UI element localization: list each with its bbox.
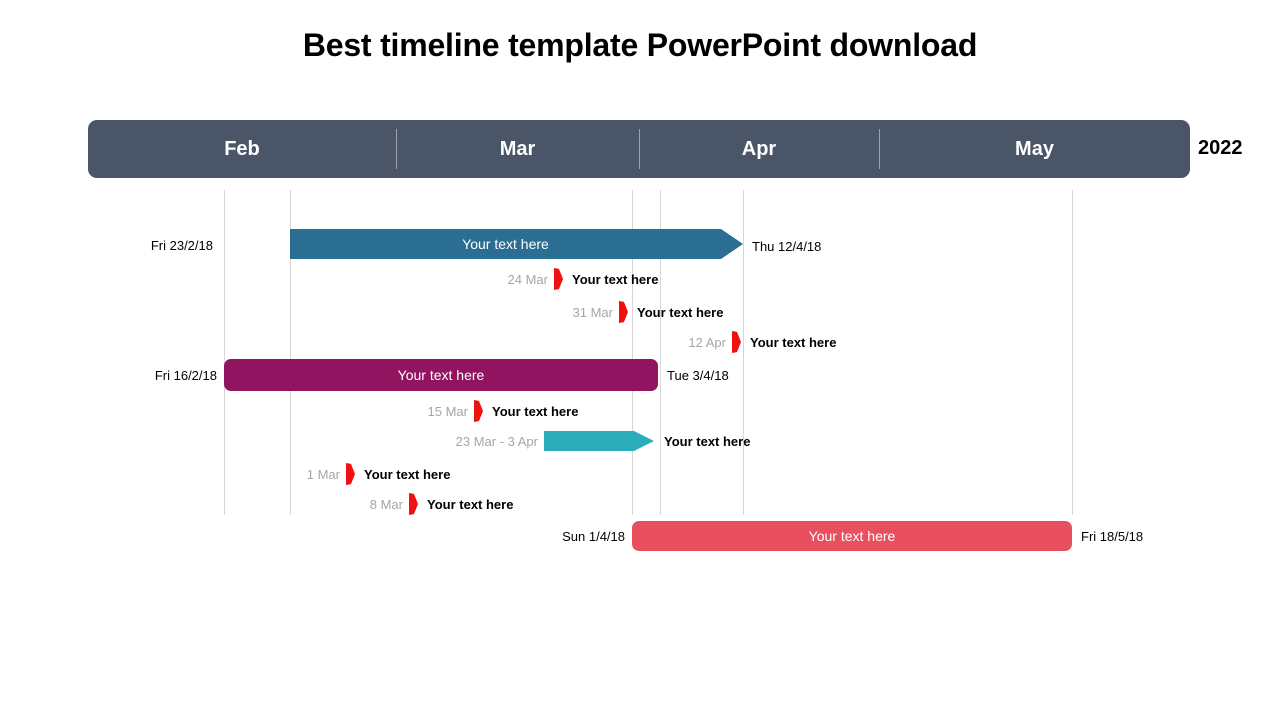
task-end-date: Thu 12/4/18 [752,239,822,254]
task-bar-purple[interactable]: Your text here [224,359,658,391]
slide-canvas: Best timeline template PowerPoint downlo… [0,0,1280,720]
milestone-date: 8 Mar [369,497,403,512]
task-date-range: 23 Mar - 3 Apr [455,434,538,449]
milestone-label: Your text here [492,404,579,419]
month-axis-header: Feb Mar Apr May [88,120,1190,178]
task-bar-label: Your text here [462,236,549,252]
milestone-15-mar[interactable]: 15 Mar Your text here [0,400,1280,422]
milestone-flag-icon [474,400,483,422]
month-cell-feb[interactable]: Feb [88,120,396,178]
gantt-timeline-chart: Feb Mar Apr May 2022 Fri 23/2/18 Your te… [0,0,1280,720]
milestone-label: Your text here [750,335,837,350]
milestone-label: Your text here [572,272,659,287]
milestone-12-apr[interactable]: 12 Apr Your text here [0,331,1280,353]
task-start-date: Fri 16/2/18 [154,368,217,383]
milestone-date: 24 Mar [507,272,548,287]
task-bar-red[interactable]: Your text here [632,521,1072,551]
task-end-date: Tue 3/4/18 [667,368,729,383]
task-end-date: Fri 18/5/18 [1081,529,1144,544]
month-label: Mar [499,138,536,160]
month-label: Feb [224,138,260,160]
milestone-date: 1 Mar [306,467,340,482]
task-bar-label: Your text here [808,528,896,544]
milestone-8-mar[interactable]: 8 Mar Your text here [0,493,1280,515]
milestone-flag-icon [409,493,418,515]
task-start-date: Sun 1/4/18 [562,529,625,544]
milestone-label: Your text here [427,497,514,512]
milestone-flag-icon [554,268,563,290]
task-bar-label: Your text here [664,434,751,449]
month-cell-apr[interactable]: Apr [639,120,879,178]
year-label: 2022 [1198,137,1243,159]
milestone-31-mar[interactable]: 31 Mar Your text here [0,301,1280,323]
milestone-date: 12 Apr [688,335,726,350]
month-cell-mar[interactable]: Mar [396,120,639,178]
milestone-flag-icon [346,463,355,485]
task-bar-arrowhead [634,431,654,451]
task-bar-arrowhead [721,229,743,259]
milestone-date: 31 Mar [572,305,613,320]
milestone-24-mar[interactable]: 24 Mar Your text here [0,268,1280,290]
task-bar-teal[interactable] [544,431,654,451]
milestone-flag-icon [732,331,741,353]
milestone-date: 15 Mar [427,404,468,419]
milestone-flag-icon [619,301,628,323]
month-cell-may[interactable]: May [879,120,1190,178]
milestone-label: Your text here [364,467,451,482]
milestone-1-mar[interactable]: 1 Mar Your text here [0,463,1280,485]
month-label: May [1015,138,1054,160]
task-bar-shaft: Your text here [290,229,721,259]
task-start-date: Fri 23/2/18 [150,238,213,253]
month-label: Apr [741,138,777,160]
task-bar-label: Your text here [397,367,485,383]
task-bar-blue[interactable]: Your text here [290,229,743,259]
milestone-label: Your text here [637,305,724,320]
task-bar-shaft [544,431,634,451]
